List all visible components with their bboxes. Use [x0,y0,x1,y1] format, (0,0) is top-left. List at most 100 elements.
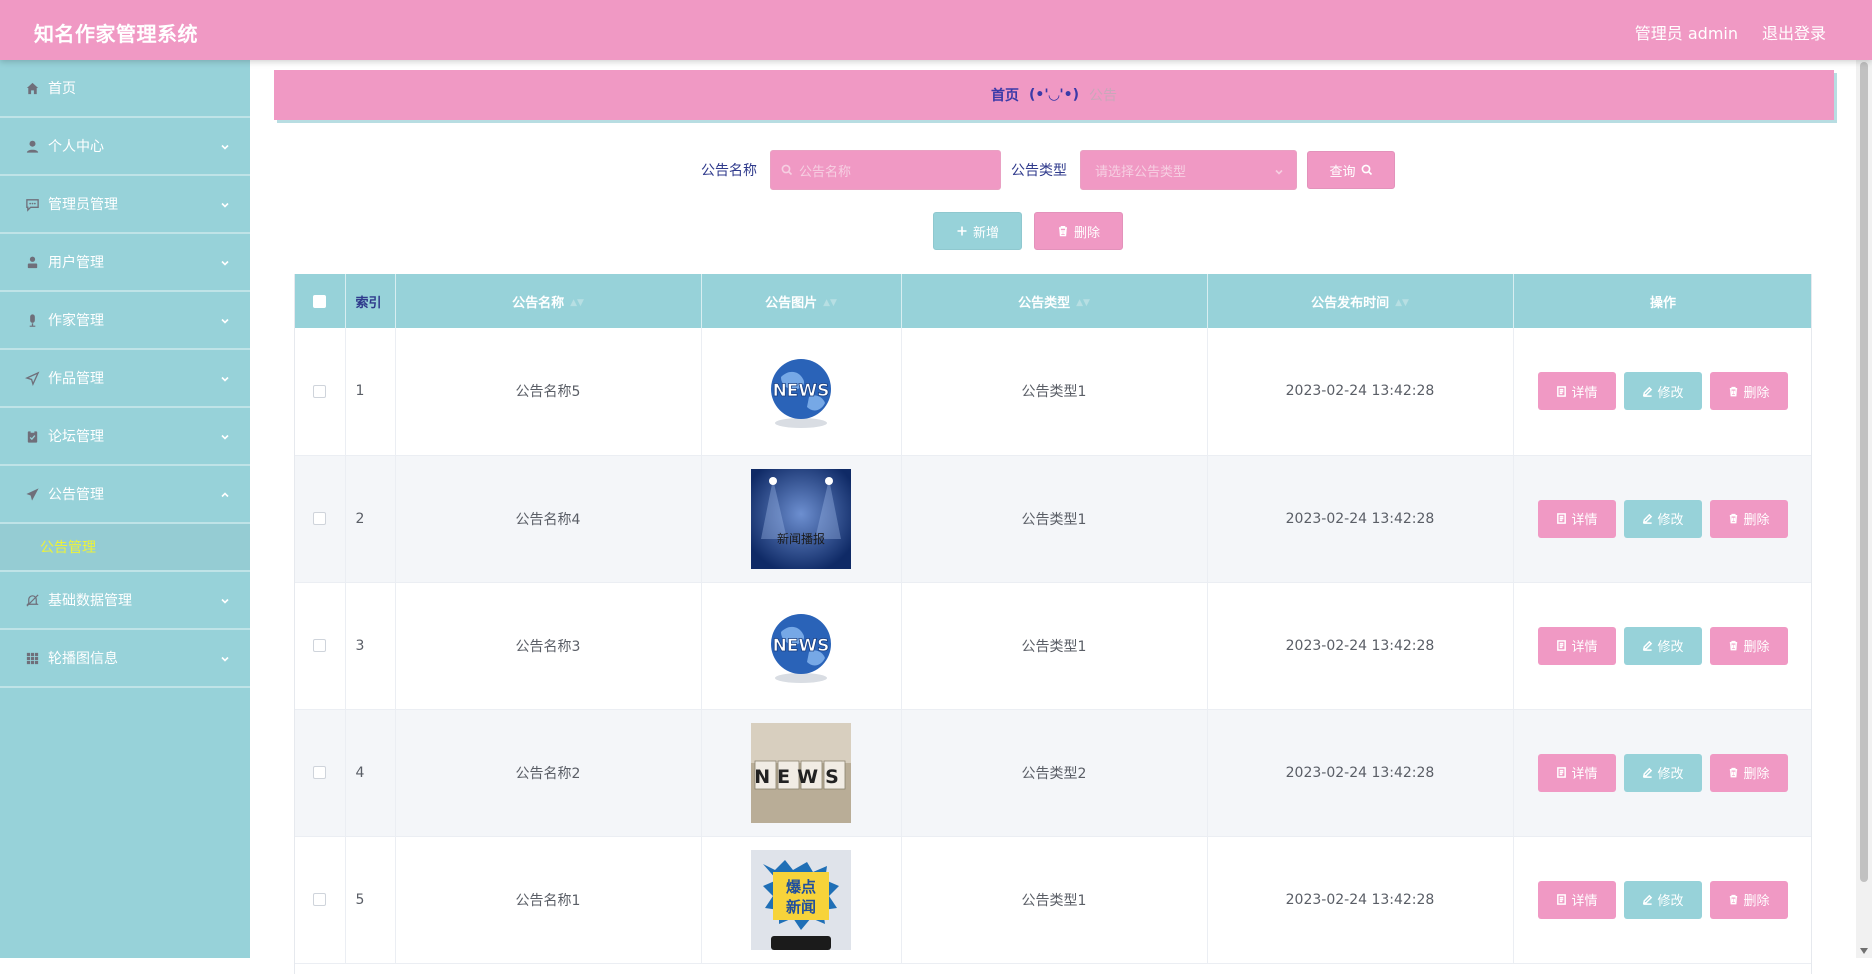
detail-button[interactable]: 详情 [1538,626,1616,665]
add-button[interactable]: 新增 [933,212,1022,250]
column-header-image[interactable]: 公告图片 ▲▼ [701,274,902,328]
row-name: 公告名称3 [395,582,702,710]
notice-type-label: 公告类型 [1011,163,1067,179]
sidebar-item-writers[interactable]: 作家管理 [0,292,250,350]
sort-icon[interactable]: ▲▼ [823,298,837,308]
sidebar-item-home[interactable]: 首页 [0,60,250,118]
edit-button[interactable]: 修改 [1624,753,1702,792]
sort-icon[interactable]: ▲▼ [570,298,584,308]
detail-button-label: 详情 [1571,640,1598,655]
person-icon [24,254,40,270]
detail-button-label: 详情 [1571,513,1598,528]
delete-button[interactable]: 删除 [1710,880,1788,919]
edit-button-label: 修改 [1657,894,1684,909]
breadcrumb: 首页 (•'◡'•) 公告 [274,70,1834,120]
notice-type-placeholder: 请选择公告类型 [1095,164,1187,180]
notice-table: 索引 公告名称 ▲▼ 公告图片 ▲▼ 公告类型 ▲▼ 公告发布时间 ▲▼ 操作 1 公告… [294,274,1812,974]
sidebar-item-carousel[interactable]: 轮播图信息 [0,630,250,688]
delete-button[interactable]: 删除 [1710,753,1788,792]
logout-link[interactable]: 退出登录 [1762,20,1826,44]
notice-type-select[interactable]: 请选择公告类型 [1080,150,1297,190]
column-header-name[interactable]: 公告名称 ▲▼ [395,274,702,328]
delete-button-label: 删除 [1743,894,1770,909]
notice-name-input[interactable]: 公告名称 [770,150,1001,190]
sidebar-subitem-notice-management[interactable]: 公告管理 [0,524,250,572]
row-checkbox[interactable] [313,512,327,525]
row-index: 2 [345,455,396,583]
sort-icon[interactable]: ▲▼ [1395,298,1409,308]
sidebar-item-users[interactable]: 用户管理 [0,234,250,292]
sidebar-item-label: 首页 [48,81,76,97]
batch-delete-button[interactable]: 删除 [1034,212,1123,250]
sidebar-item-personal[interactable]: 个人中心 [0,118,250,176]
scrollbar-thumb[interactable] [1860,62,1868,882]
edit-button[interactable]: 修改 [1624,372,1702,411]
news-globe-image[interactable]: NEWS [751,596,851,696]
edit-icon [1643,513,1653,524]
news-globe-image[interactable]: NEWS [751,341,851,441]
table-row: 1 公告名称5 NEWS 公告类型1 2023-02-24 13:42:28 详… [295,328,1811,456]
row-checkbox[interactable] [313,893,327,906]
detail-button[interactable]: 详情 [1538,372,1616,411]
row-actions: 详情 修改 删除 [1513,582,1811,710]
detail-button-label: 详情 [1571,894,1598,909]
edit-button[interactable]: 修改 [1624,626,1702,665]
news-breaking-image[interactable]: 爆点 新闻 [751,849,851,950]
detail-button[interactable]: 详情 [1538,753,1616,792]
edit-button[interactable]: 修改 [1624,880,1702,919]
breaking-news-text-1: 爆点 [786,878,816,896]
sidebar-item-label: 作家管理 [48,313,104,329]
detail-button-label: 详情 [1571,385,1598,401]
row-checkbox[interactable] [313,639,327,652]
row-index: 1 [345,328,396,456]
sidebar-item-label: 作品管理 [48,371,104,387]
page-scrollbar[interactable] [1856,60,1872,958]
sort-icon[interactable]: ▲▼ [1076,298,1090,308]
row-type: 公告类型1 [901,328,1208,456]
sidebar-item-forum[interactable]: 论坛管理 [0,408,250,466]
row-time: 2023-02-24 13:42:28 [1207,328,1514,456]
globe-news-text: NEWS [773,381,830,401]
document-icon [1557,640,1567,651]
row-type: 公告类型1 [901,582,1208,710]
batch-delete-button-label: 删除 [1073,225,1100,241]
sidebar-item-admins[interactable]: 管理员管理 [0,176,250,234]
detail-button[interactable]: 详情 [1538,880,1616,919]
edit-button-label: 修改 [1657,767,1684,782]
column-header-type[interactable]: 公告类型 ▲▼ [901,274,1208,328]
row-actions: 详情 修改 删除 [1513,836,1811,964]
select-all-checkbox[interactable] [313,294,327,308]
row-time: 2023-02-24 13:42:28 [1207,836,1514,964]
sidebar-item-label: 基础数据管理 [48,593,132,609]
row-type: 公告类型1 [901,836,1208,964]
edit-button-label: 修改 [1657,640,1684,655]
breadcrumb-home[interactable]: 首页 [991,85,1019,105]
edit-button[interactable]: 修改 [1624,499,1702,538]
column-header-time[interactable]: 公告发布时间 ▲▼ [1207,274,1514,328]
search-form: 公告名称 公告名称 公告类型 请选择公告类型 查询 [250,150,1856,190]
delete-button-label: 删除 [1743,385,1770,401]
query-button[interactable]: 查询 [1307,151,1395,189]
query-button-label: 查询 [1329,164,1356,180]
detail-button[interactable]: 详情 [1538,499,1616,538]
row-checkbox[interactable] [313,766,327,779]
chevron-down-icon [220,198,230,208]
news-blocks-image[interactable]: NEWS [751,722,851,823]
trash-icon [1730,640,1738,651]
scroll-down-arrow-icon[interactable] [1860,948,1868,954]
paper-plane-icon [24,486,40,502]
sidebar-item-notices[interactable]: 公告管理 [0,466,250,524]
chat-icon [24,196,40,212]
row-checkbox[interactable] [313,384,327,398]
news-stage-image[interactable]: 新闻播报 [751,468,851,569]
home-icon [24,80,40,96]
table-row: 2 公告名称4 新闻播报 公告类型1 2023-02-24 13:42:28 详… [295,455,1811,583]
sidebar-item-works[interactable]: 作品管理 [0,350,250,408]
breadcrumb-separator: (•'◡'•) [1028,87,1080,103]
row-index: 3 [345,582,396,710]
delete-button[interactable]: 删除 [1710,626,1788,665]
sidebar-item-base-data[interactable]: 基础数据管理 [0,572,250,630]
delete-button[interactable]: 删除 [1710,372,1788,411]
document-icon [1557,385,1567,397]
delete-button[interactable]: 删除 [1710,499,1788,538]
